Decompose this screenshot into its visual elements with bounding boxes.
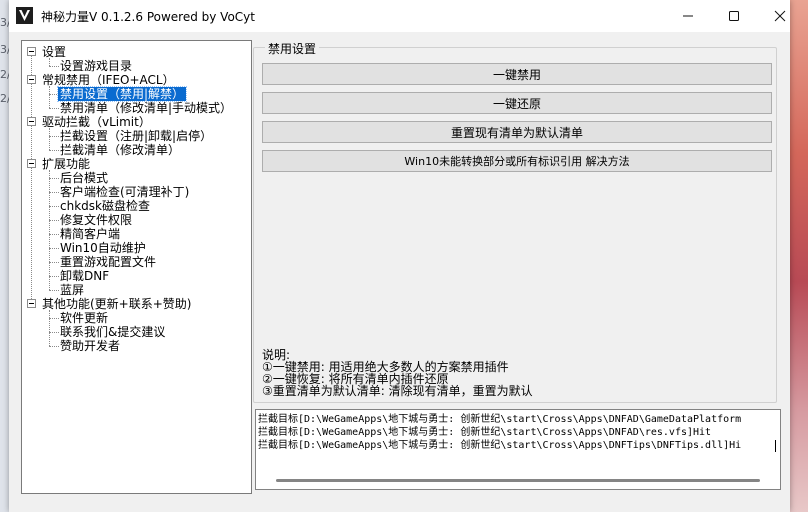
log-line: 拦截目标[D:\WeGameApps\地下城与勇士: 创新世纪\start\Cr… xyxy=(258,440,742,451)
tree-collapse-toggle[interactable] xyxy=(27,299,36,308)
instructions-text: 说明: ①一键禁用: 用适用绝大多数人的方案禁用插件 ②一键恢复: 将所有清单内… xyxy=(262,349,533,397)
tree-connector xyxy=(49,248,59,249)
tree-connector xyxy=(49,192,59,193)
close-button[interactable] xyxy=(757,0,803,32)
tree-collapse-toggle[interactable] xyxy=(27,75,36,84)
tree-collapse-toggle[interactable] xyxy=(27,159,36,168)
text-caret xyxy=(775,440,776,452)
tree-node-software-update[interactable]: 软件更新 xyxy=(60,311,108,325)
tree-connector xyxy=(49,66,59,67)
horizontal-scrollbar[interactable] xyxy=(276,479,760,482)
minimize-button[interactable] xyxy=(665,0,711,32)
close-icon xyxy=(774,10,786,22)
reset-default-list-button[interactable]: 重置现有清单为默认清单 xyxy=(262,121,772,143)
tree-connector xyxy=(49,128,50,150)
tree-node-disable-settings[interactable]: 禁用设置（禁用|解禁） xyxy=(56,86,188,102)
title-bar[interactable]: 神秘力量V 0.1.2.6 Powered by VoCyt xyxy=(9,0,790,32)
one-click-disable-button[interactable]: 一键禁用 xyxy=(262,63,772,85)
tree-connector xyxy=(49,290,59,291)
tree-connector xyxy=(49,346,59,347)
tree-node-win10-maintenance[interactable]: Win10自动维护 xyxy=(60,241,146,255)
tree-connector xyxy=(49,318,59,319)
log-line: 拦截目标[D:\WeGameApps\地下城与勇士: 创新世纪\start\Cr… xyxy=(258,414,742,425)
minimize-icon xyxy=(683,15,693,17)
maximize-icon xyxy=(729,11,739,21)
tree-connector xyxy=(49,332,59,333)
log-line: 拦截目标[D:\WeGameApps\地下城与勇士: 创新世纪\start\Cr… xyxy=(258,427,712,438)
tree-node-disable-list[interactable]: 禁用清单（修改清单|手动模式） xyxy=(60,101,232,115)
window-title: 神秘力量V 0.1.2.6 Powered by VoCyt xyxy=(41,10,255,24)
tree-connector xyxy=(31,51,32,303)
tree-connector xyxy=(49,150,59,151)
win10-fix-button[interactable]: Win10未能转换部分或所有标识引用 解决方法 xyxy=(262,150,772,172)
tree-connector xyxy=(49,178,59,179)
tree-node-bluescreen[interactable]: 蓝屏 xyxy=(60,283,84,297)
log-output[interactable]: 拦截目标[D:\WeGameApps\地下城与勇士: 创新世纪\start\Cr… xyxy=(255,409,781,490)
tree-connector xyxy=(49,234,59,235)
tree-connector xyxy=(49,276,59,277)
app-window: 神秘力量V 0.1.2.6 Powered by VoCyt 设置 设置游戏目录… xyxy=(9,0,790,512)
tree-node-reset-config[interactable]: 重置游戏配置文件 xyxy=(60,255,156,269)
tree-node-other-functions[interactable]: 其他功能(更新+联系+赞助) xyxy=(42,297,191,311)
tree-node-intercept-settings[interactable]: 拦截设置（注册|卸载|启停） xyxy=(60,129,212,143)
tree-node-client-check[interactable]: 客户端检查(可清理补丁) xyxy=(60,185,189,199)
tree-connector xyxy=(49,58,50,66)
tree-node-chkdsk[interactable]: chkdsk磁盘检查 xyxy=(60,199,150,213)
tree-connector xyxy=(49,262,59,263)
tree-node-sponsor[interactable]: 赞助开发者 xyxy=(60,339,120,353)
tree-connector xyxy=(49,136,59,137)
tree-collapse-toggle[interactable] xyxy=(27,117,36,126)
tree-node-regular-disable[interactable]: 常规禁用（IFEO+ACL） xyxy=(42,73,175,87)
tree-connector xyxy=(49,170,50,290)
tree-node-settings[interactable]: 设置 xyxy=(42,45,66,59)
tree-node-set-game-dir[interactable]: 设置游戏目录 xyxy=(60,59,132,73)
one-click-restore-button[interactable]: 一键还原 xyxy=(262,92,772,114)
tree-node-fix-permissions[interactable]: 修复文件权限 xyxy=(60,213,132,227)
groupbox-title: 禁用设置 xyxy=(265,40,320,57)
tree-connector xyxy=(49,206,59,207)
app-logo-icon xyxy=(16,7,33,24)
maximize-button[interactable] xyxy=(711,0,757,32)
tree-connector xyxy=(49,310,50,346)
tree-node-intercept-list[interactable]: 拦截清单（修改清单） xyxy=(60,143,180,157)
tree-connector xyxy=(49,86,50,108)
tree-collapse-toggle[interactable] xyxy=(27,47,36,56)
tree-node-contact-us[interactable]: 联系我们&提交建议 xyxy=(60,325,165,339)
tree-node-extensions[interactable]: 扩展功能 xyxy=(42,157,90,171)
tree-connector xyxy=(49,108,59,109)
desktop-background-left: 3/ 3/ 2/ 2/ xyxy=(0,0,11,512)
navigation-tree[interactable]: 设置 设置游戏目录 常规禁用（IFEO+ACL） 禁用设置（禁用|解禁） 禁用清… xyxy=(21,40,252,494)
desktop-background-right xyxy=(790,0,808,512)
tree-node-driver-intercept[interactable]: 驱动拦截（vLimit） xyxy=(42,115,151,129)
tree-node-background-mode[interactable]: 后台模式 xyxy=(60,171,108,185)
notes-line: ③重置清单为默认清单: 清除现有清单，重置为默认 xyxy=(262,384,533,398)
tree-node-slim-client[interactable]: 精简客户端 xyxy=(60,227,120,241)
tree-connector xyxy=(49,220,59,221)
tree-node-uninstall-dnf[interactable]: 卸载DNF xyxy=(60,269,109,283)
